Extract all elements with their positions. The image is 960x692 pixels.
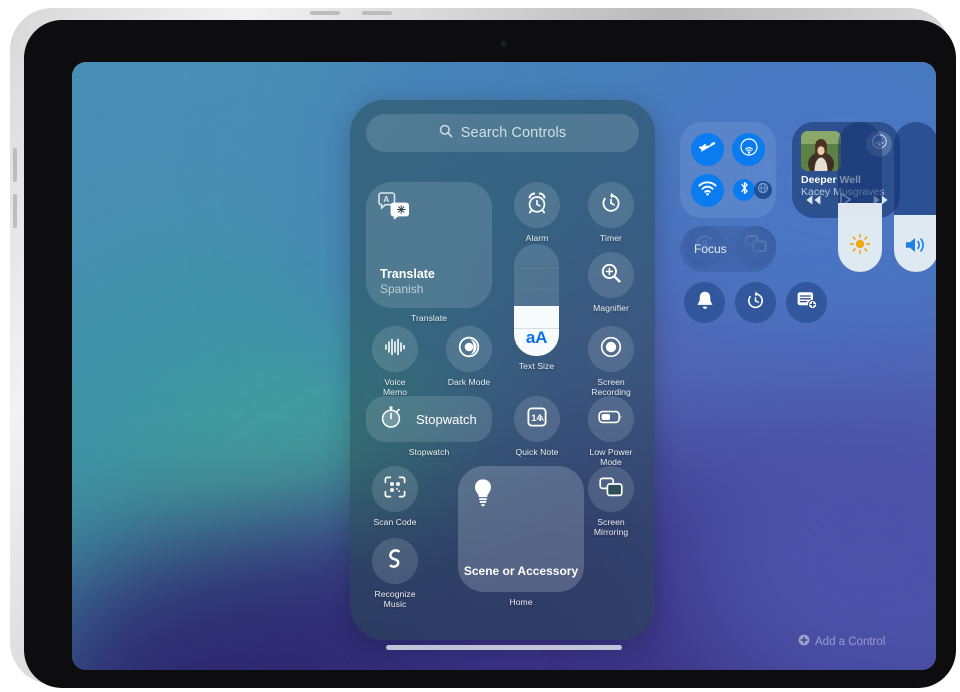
text-size-value: aA <box>525 328 548 347</box>
control-screen-recording[interactable]: Screen Recording <box>588 326 634 397</box>
control-magnifier[interactable]: Magnifier <box>588 252 634 313</box>
controls-grid: A ✳ Translate Spanish Translate Alarm Ti… <box>366 164 639 626</box>
control-label-quick-note: Quick Note <box>515 447 559 457</box>
stopwatch-title: Stopwatch <box>416 411 477 427</box>
control-label-screen-recording: Screen Recording <box>591 377 631 397</box>
control-timer[interactable]: Timer <box>588 182 634 243</box>
timer-shortcut-button[interactable] <box>735 282 776 323</box>
control-label-text-size: Text Size <box>518 361 555 371</box>
sun-icon <box>838 233 882 260</box>
top-antenna-line-2 <box>362 11 392 15</box>
control-label-stopwatch: Stopwatch <box>408 447 450 457</box>
controls-panel: Search Controls A ✳ Translate Spanish Tr… <box>350 100 655 640</box>
text-size-slider[interactable]: aA <box>514 244 559 356</box>
vpn-globe-icon <box>757 181 769 199</box>
control-alarm[interactable]: Alarm <box>514 182 560 243</box>
bluetooth-button[interactable] <box>733 179 755 201</box>
airplane-mode-button[interactable] <box>691 133 724 166</box>
control-text-size[interactable]: aA Text Size <box>506 244 568 371</box>
home-scene-title: Scene or Accessory <box>463 564 579 578</box>
dark-mode-circle-icon <box>457 335 481 364</box>
add-a-control-label: Add a Control <box>815 635 886 648</box>
volume-down-button[interactable] <box>13 194 17 228</box>
brightness-slider[interactable] <box>838 122 882 272</box>
bluetooth-icon <box>739 181 750 200</box>
focus-button[interactable]: Focus <box>680 226 776 272</box>
timer-icon <box>599 191 623 220</box>
focus-label: Focus <box>694 242 727 256</box>
control-label-low-power-mode: Low Power Mode <box>589 447 633 467</box>
control-recognize-music[interactable]: Recognize Music <box>372 538 418 609</box>
control-label-timer: Timer <box>600 233 622 243</box>
timer-icon <box>745 290 766 316</box>
search-placeholder-text: Search Controls <box>460 125 567 141</box>
translate-icon: A ✳ <box>377 192 411 225</box>
qr-scan-icon <box>383 475 407 504</box>
volume-up-button[interactable] <box>13 148 17 182</box>
control-stopwatch[interactable]: Stopwatch Stopwatch <box>366 396 492 457</box>
plus-circle-icon <box>798 634 810 649</box>
stopwatch-icon <box>378 404 404 435</box>
screen-mirroring-icon <box>598 476 624 503</box>
airdrop-button[interactable] <box>732 133 765 166</box>
quick-note-shortcut-button[interactable] <box>786 282 827 323</box>
translate-subtitle: Spanish <box>380 282 424 296</box>
control-label-screen-mirroring: Screen Mirroring <box>593 517 629 537</box>
previous-track-button[interactable] <box>804 193 822 212</box>
control-label-recognize-music: Recognize Music <box>374 589 416 609</box>
control-quick-note[interactable]: 14 A Quick Note <box>514 396 560 457</box>
svg-text:A: A <box>539 415 544 422</box>
control-label-scan-code: Scan Code <box>373 517 417 527</box>
battery-icon <box>598 409 624 430</box>
svg-text:A: A <box>383 195 389 204</box>
home-indicator[interactable] <box>386 645 622 650</box>
volume-slider[interactable] <box>894 122 936 272</box>
album-artwork <box>801 131 841 171</box>
control-low-power-mode[interactable]: Low Power Mode <box>588 396 634 467</box>
vpn-button[interactable] <box>754 181 772 199</box>
ipad-bezel: Search Controls A ✳ Translate Spanish Tr… <box>24 20 956 688</box>
front-camera <box>500 40 507 47</box>
add-a-control-button[interactable]: Add a Control <box>798 634 885 649</box>
control-home-scene[interactable]: Scene or Accessory Home <box>458 466 584 607</box>
control-label-home: Home <box>509 597 533 607</box>
search-controls-field[interactable]: Search Controls <box>366 114 639 152</box>
top-antenna-line <box>310 11 340 15</box>
ipad-device-frame: z <box>10 8 956 688</box>
svg-text:✳: ✳ <box>397 204 406 216</box>
control-screen-mirroring[interactable]: Screen Mirroring <box>588 466 634 537</box>
quick-note-icon: 14 A <box>525 405 549 434</box>
connectivity-module <box>680 122 776 218</box>
wifi-icon <box>698 180 717 201</box>
search-icon <box>439 124 453 142</box>
control-label-alarm: Alarm <box>525 233 549 243</box>
bell-icon <box>695 290 715 316</box>
note-add-icon <box>796 290 818 315</box>
control-dark-mode[interactable]: Dark Mode <box>446 326 492 387</box>
airdrop-icon <box>739 138 758 161</box>
shazam-icon <box>383 546 408 576</box>
control-voice-memo[interactable]: Voice Memo <box>372 326 418 397</box>
speaker-icon <box>894 235 936 260</box>
control-label-magnifier: Magnifier <box>593 303 629 313</box>
control-scan-code[interactable]: Scan Code <box>372 466 418 527</box>
lightbulb-icon <box>472 478 494 513</box>
wifi-button[interactable] <box>691 174 724 207</box>
airplane-icon <box>698 138 717 161</box>
magnifier-icon <box>599 261 623 290</box>
control-label-translate: Translate <box>411 313 447 323</box>
ipad-screen: Search Controls A ✳ Translate Spanish Tr… <box>72 62 936 670</box>
record-circle-icon <box>599 335 623 364</box>
control-label-dark-mode: Dark Mode <box>447 377 491 387</box>
waveform-icon <box>383 337 407 362</box>
control-translate[interactable]: A ✳ Translate Spanish Translate <box>366 182 492 323</box>
silent-mode-button[interactable] <box>684 282 725 323</box>
rewind-icon <box>804 194 822 211</box>
translate-title: Translate <box>380 267 435 281</box>
control-label-voice-memo: Voice Memo <box>382 377 408 397</box>
alarm-clock-icon <box>525 191 549 220</box>
